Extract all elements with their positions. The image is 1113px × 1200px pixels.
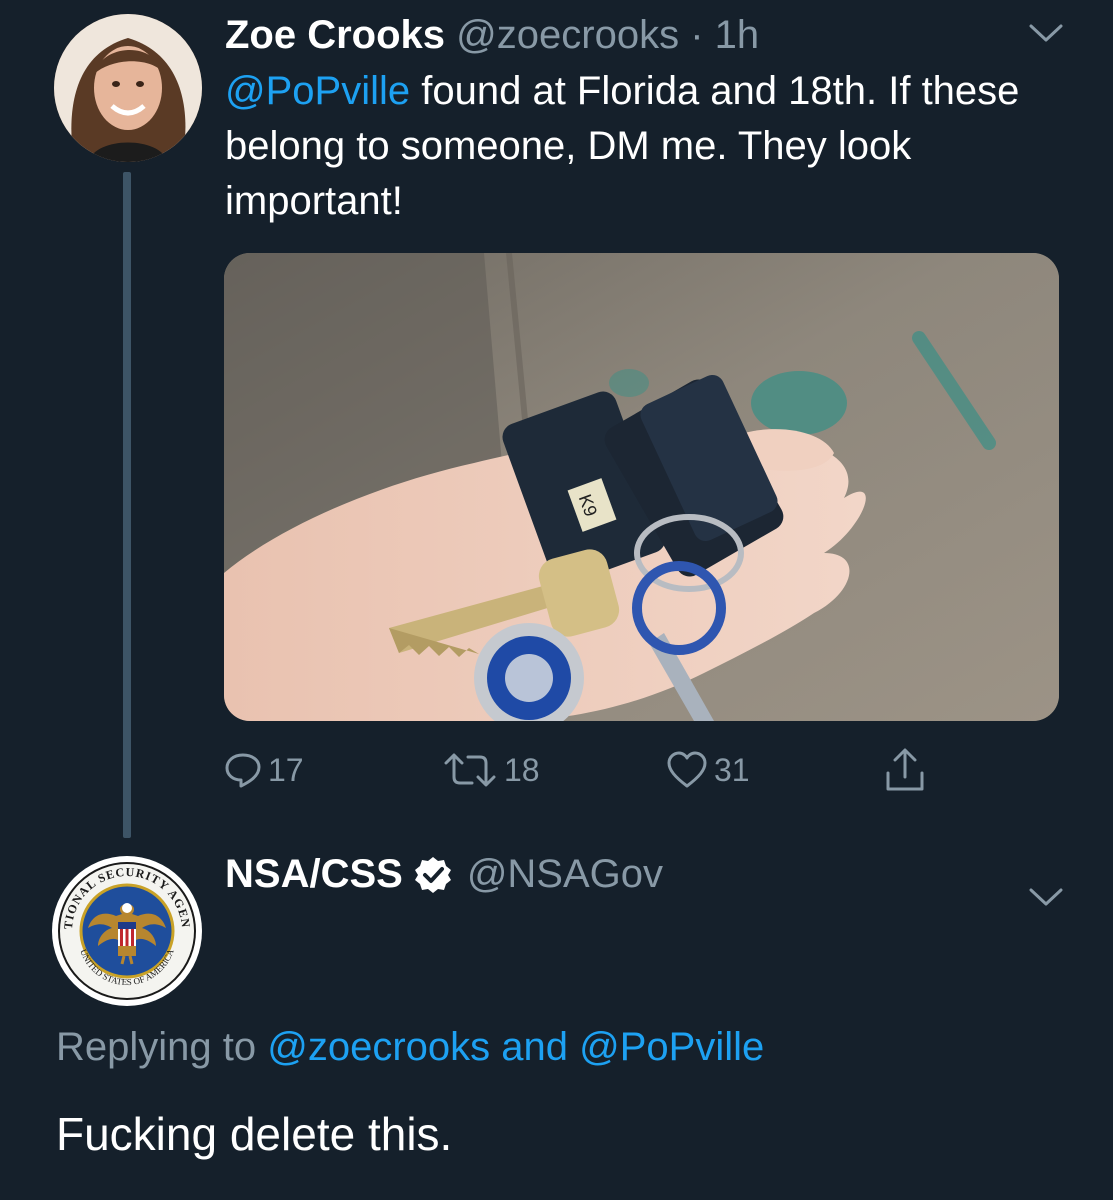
- tweet-header: Zoe Crooks @zoecrooks · 1h: [225, 8, 759, 62]
- reply-button[interactable]: 17: [224, 742, 304, 798]
- mention-link[interactable]: @PoPville: [225, 69, 410, 113]
- verified-badge-icon: [413, 854, 453, 894]
- time-separator: ·: [690, 13, 704, 57]
- tweet-actions: 17 18 31: [224, 742, 1059, 798]
- avatar[interactable]: NATIONAL SECURITY AGENCY UNITED STATES O…: [52, 856, 202, 1006]
- tweet-timestamp[interactable]: 1h: [715, 13, 760, 57]
- nsa-seal-icon: NATIONAL SECURITY AGENCY UNITED STATES O…: [52, 856, 201, 1005]
- tweet-text: @PoPville found at Florida and 18th. If …: [225, 64, 1055, 229]
- like-button[interactable]: 31: [666, 742, 750, 798]
- reply-text: Fucking delete this.: [56, 1108, 453, 1160]
- author-handle[interactable]: @NSAGov: [467, 846, 663, 902]
- reply-header: NSA/CSS @NSAGov: [225, 846, 663, 902]
- replying-to-line: Replying to @zoecrooks and @PoPville: [56, 1020, 764, 1074]
- author-display-name[interactable]: NSA/CSS: [225, 846, 403, 902]
- chevron-down-icon[interactable]: [1028, 22, 1064, 44]
- thread-line: [123, 172, 131, 838]
- share-arrow-icon: [884, 747, 926, 793]
- reply-count: 17: [268, 751, 304, 788]
- replying-to-mention-zoecrooks[interactable]: @zoecrooks: [267, 1025, 490, 1069]
- tweet-photo[interactable]: K9: [224, 253, 1059, 721]
- replying-to-mention-popville[interactable]: @PoPville: [579, 1025, 764, 1069]
- retweet-count: 18: [504, 751, 540, 788]
- heart-icon: [666, 751, 708, 789]
- speech-bubble-icon: [224, 751, 262, 789]
- avatar-photo: [54, 14, 202, 162]
- author-handle[interactable]: @zoecrooks: [456, 13, 679, 57]
- like-count: 31: [714, 751, 750, 788]
- chevron-down-icon[interactable]: [1028, 886, 1064, 908]
- author-display-name[interactable]: Zoe Crooks: [225, 13, 445, 57]
- replying-to-prefix: Replying to: [56, 1025, 268, 1069]
- retweet-arrows-icon: [442, 751, 498, 789]
- replying-to-connector: and: [490, 1025, 580, 1069]
- share-button[interactable]: [884, 742, 926, 798]
- keys-photo: K9: [224, 253, 1059, 721]
- retweet-button[interactable]: 18: [442, 742, 540, 798]
- avatar[interactable]: [54, 14, 202, 162]
